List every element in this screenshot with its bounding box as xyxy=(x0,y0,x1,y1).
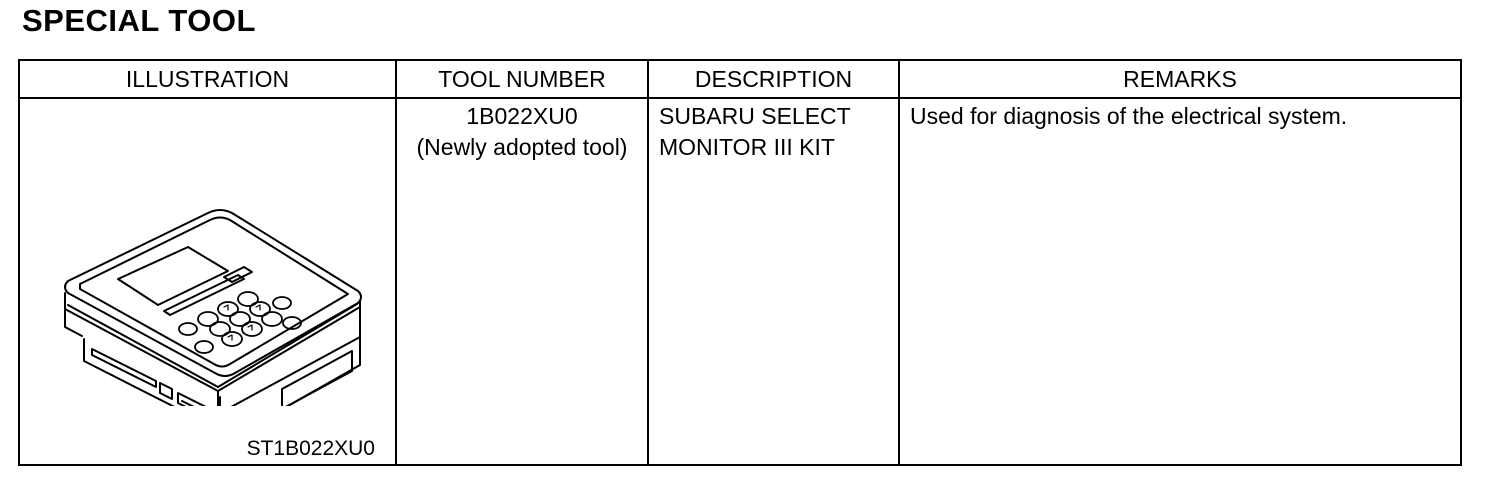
table-header-row: ILLUSTRATION TOOL NUMBER DESCRIPTION REM… xyxy=(18,59,1462,99)
header-remarks: REMARKS xyxy=(898,59,1462,99)
page-title: SPECIAL TOOL xyxy=(22,3,256,38)
illustration-code: ST1B022XU0 xyxy=(246,437,375,460)
header-description: DESCRIPTION xyxy=(647,59,900,99)
description-line-1: SUBARU SELECT xyxy=(659,103,851,129)
tool-number-cell: 1B022XU0 (Newly adopted tool) xyxy=(395,97,649,466)
header-illustration: ILLUSTRATION xyxy=(18,59,397,99)
header-tool-number: TOOL NUMBER xyxy=(395,59,649,99)
illustration-cell: ST1B022XU0 xyxy=(18,97,397,466)
tool-note: (Newly adopted tool) xyxy=(416,134,628,160)
remarks-cell: Used for diagnosis of the electrical sys… xyxy=(898,97,1462,466)
description-cell: SUBARU SELECT MONITOR III KIT xyxy=(647,97,900,466)
special-tool-table: ILLUSTRATION TOOL NUMBER DESCRIPTION REM… xyxy=(18,59,1462,466)
table-row: ST1B022XU0 1B022XU0 (Newly adopted tool)… xyxy=(18,97,1462,466)
select-monitor-illustration xyxy=(64,209,362,406)
description-line-2: MONITOR III KIT xyxy=(659,134,835,160)
tool-number: 1B022XU0 xyxy=(466,103,578,129)
